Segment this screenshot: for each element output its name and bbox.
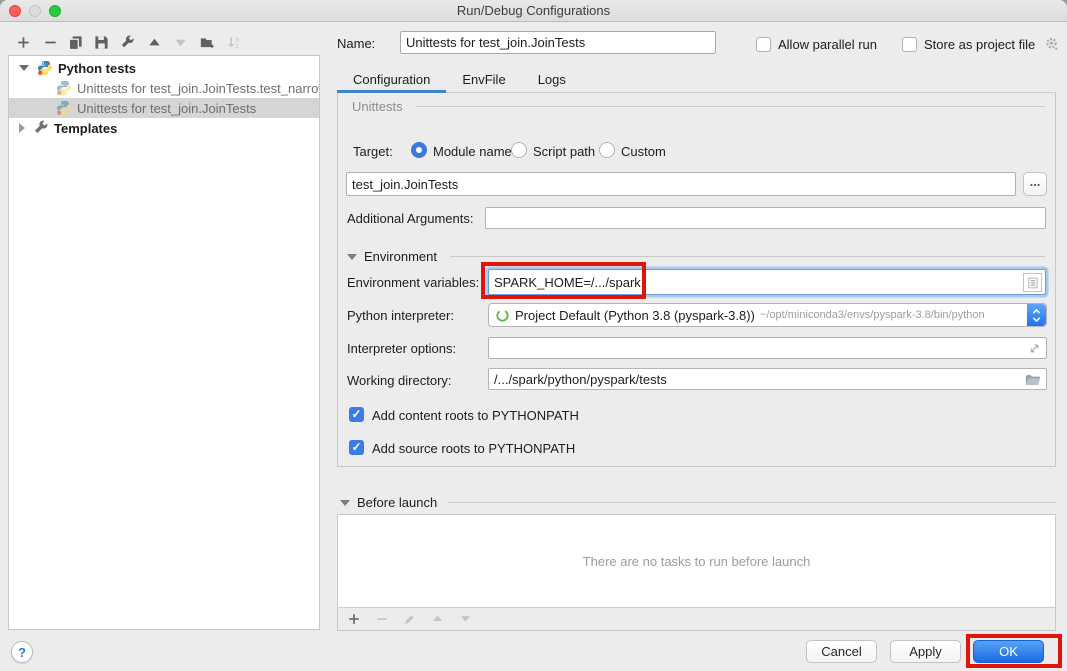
sort-configurations-icon[interactable]: az: [225, 33, 243, 51]
help-button[interactable]: ?: [11, 641, 33, 663]
add-task-icon[interactable]: [346, 611, 361, 626]
run-debug-configurations-dialog: Run/Debug Configurations az P: [0, 0, 1067, 671]
radio-script-path[interactable]: [511, 142, 527, 158]
radio-custom-label[interactable]: Custom: [621, 144, 666, 159]
cancel-button[interactable]: Cancel: [806, 640, 877, 663]
tree-item-label: Python tests: [58, 61, 136, 76]
copy-configuration-icon[interactable]: [66, 33, 84, 51]
environment-variables-field[interactable]: [488, 269, 1046, 295]
ok-button[interactable]: OK: [973, 640, 1044, 663]
python-interpreter-path: ~/opt/miniconda3/envs/pyspark-3.8/bin/py…: [760, 309, 985, 321]
templates-icon: [33, 120, 49, 136]
edit-task-icon[interactable]: [402, 611, 417, 626]
before-launch-section-label[interactable]: Before launch: [357, 495, 437, 510]
python-interpreter-icon: [495, 308, 510, 323]
svg-text:z: z: [235, 43, 238, 50]
remove-task-icon[interactable]: [374, 611, 389, 626]
store-as-project-file-label[interactable]: Store as project file: [924, 37, 1035, 52]
new-folder-icon[interactable]: [198, 33, 216, 51]
name-label: Name:: [337, 36, 375, 51]
tree-item-label: Templates: [54, 121, 117, 136]
tree-item-python-tests[interactable]: Python tests: [9, 58, 319, 78]
tree-item-unittests-narrow[interactable]: Unittests for test_join.JoinTests.test_n…: [9, 78, 319, 98]
move-task-up-icon[interactable]: [430, 611, 445, 626]
tab-configuration[interactable]: Configuration: [337, 66, 446, 92]
before-launch-collapse-arrow-icon[interactable]: [340, 500, 350, 506]
project-file-settings-gear-icon[interactable]: [1042, 34, 1060, 52]
radio-module-name[interactable]: [411, 142, 427, 158]
tree-item-templates[interactable]: Templates: [9, 118, 319, 138]
add-content-roots-label[interactable]: Add content roots to PYTHONPATH: [372, 408, 579, 423]
allow-parallel-run-checkbox[interactable]: [756, 37, 771, 52]
edit-templates-icon[interactable]: [118, 33, 136, 51]
group-title: Unittests: [352, 99, 403, 114]
interpreter-dropdown-stepper-icon[interactable]: [1027, 304, 1046, 326]
apply-button[interactable]: Apply: [890, 640, 961, 663]
add-source-roots-label[interactable]: Add source roots to PYTHONPATH: [372, 441, 575, 456]
before-launch-panel: There are no tasks to run before launch: [337, 514, 1056, 631]
interpreter-options-input[interactable]: [488, 337, 1047, 359]
environment-collapse-arrow-icon[interactable]: [347, 254, 357, 260]
before-launch-toolbar: [338, 607, 1055, 630]
working-directory-label: Working directory:: [347, 373, 452, 388]
move-up-icon[interactable]: [145, 33, 163, 51]
add-content-roots-checkbox[interactable]: ✓: [349, 407, 364, 422]
radio-custom[interactable]: [599, 142, 615, 158]
target-label: Target:: [353, 144, 393, 159]
before-launch-task-list[interactable]: There are no tasks to run before launch: [338, 515, 1055, 608]
move-down-icon[interactable]: [171, 33, 189, 51]
add-configuration-icon[interactable]: [14, 33, 32, 51]
additional-arguments-input[interactable]: [485, 207, 1046, 229]
expand-arrow-icon[interactable]: [19, 123, 25, 133]
window-title: Run/Debug Configurations: [0, 3, 1067, 18]
target-module-input[interactable]: [346, 172, 1016, 196]
interpreter-options-label: Interpreter options:: [347, 341, 456, 356]
tab-envfile[interactable]: EnvFile: [446, 66, 521, 92]
tree-item-unittests-jointests[interactable]: Unittests for test_join.JoinTests: [9, 98, 319, 118]
save-configuration-icon[interactable]: [92, 33, 110, 51]
additional-arguments-label: Additional Arguments:: [347, 211, 473, 226]
browse-folder-icon[interactable]: [1024, 371, 1042, 387]
collapse-arrow-icon[interactable]: [19, 65, 29, 71]
allow-parallel-run-label[interactable]: Allow parallel run: [778, 37, 877, 52]
tree-item-label: Unittests for test_join.JoinTests.test_n…: [77, 81, 319, 96]
expand-field-icon[interactable]: [1026, 340, 1042, 356]
working-directory-input[interactable]: [488, 368, 1047, 390]
configuration-tabs: Configuration EnvFile Logs: [337, 66, 1056, 93]
python-run-config-icon: [56, 100, 72, 116]
configurations-tree: Python tests Unittests for test_join.Joi…: [8, 55, 320, 630]
tab-logs[interactable]: Logs: [522, 66, 582, 92]
radio-script-path-label[interactable]: Script path: [533, 144, 595, 159]
environment-variables-input[interactable]: [489, 270, 1045, 294]
move-task-down-icon[interactable]: [458, 611, 473, 626]
python-tests-icon: [37, 60, 53, 76]
environment-variables-label: Environment variables:: [347, 275, 479, 290]
remove-configuration-icon[interactable]: [41, 33, 59, 51]
store-as-project-file-checkbox[interactable]: [902, 37, 917, 52]
tree-item-label: Unittests for test_join.JoinTests: [77, 101, 256, 116]
python-run-config-icon: [56, 80, 72, 96]
environment-section-label[interactable]: Environment: [364, 249, 437, 264]
radio-module-name-label[interactable]: Module name: [433, 144, 512, 159]
add-source-roots-checkbox[interactable]: ✓: [349, 440, 364, 455]
unittests-group: Unittests Target: Module name Script pat…: [337, 93, 1056, 467]
python-interpreter-select[interactable]: Project Default (Python 3.8 (pyspark-3.8…: [488, 303, 1047, 327]
title-bar: Run/Debug Configurations: [0, 0, 1067, 22]
python-interpreter-value: Project Default (Python 3.8 (pyspark-3.8…: [515, 308, 755, 323]
name-input[interactable]: [400, 31, 716, 54]
edit-environment-variables-icon[interactable]: [1023, 273, 1042, 292]
python-interpreter-label: Python interpreter:: [347, 308, 454, 323]
before-launch-empty-message: There are no tasks to run before launch: [583, 554, 811, 569]
browse-module-button[interactable]: ...: [1023, 172, 1047, 196]
